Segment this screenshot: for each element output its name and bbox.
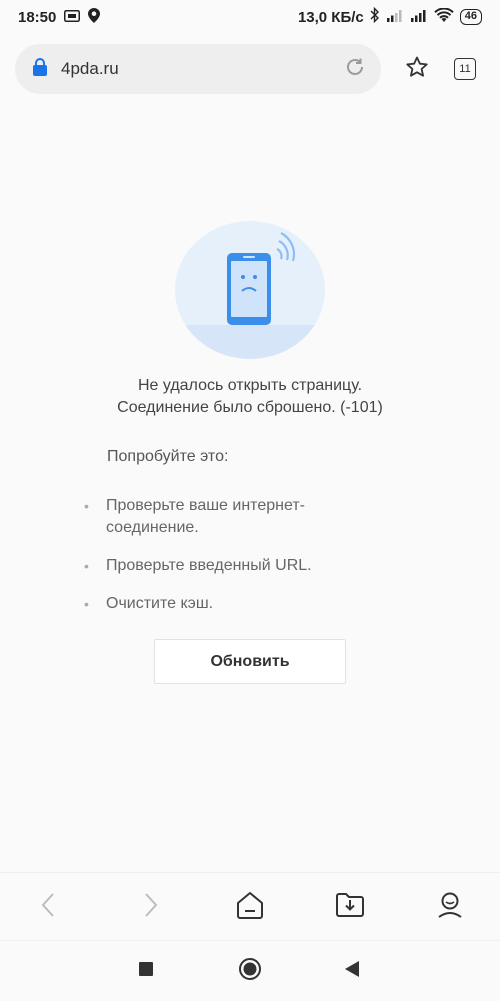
reload-icon[interactable] (343, 55, 367, 84)
home-button[interactable] (220, 873, 280, 941)
network-speed: 13,0 КБ/с (297, 8, 364, 26)
forward-icon (140, 891, 160, 924)
back-button[interactable] (19, 873, 79, 941)
battery-indicator: 46 (459, 9, 482, 25)
address-bar[interactable]: 4pda.ru (15, 44, 381, 94)
home-icon (235, 891, 265, 924)
browser-toolbar: 4pda.ru 11 (0, 38, 500, 102)
error-title: Не удалось открыть страницу. (137, 377, 363, 394)
tip-text: Проверьте введенный URL. (106, 557, 312, 574)
status-bar: 18:50 13,0 КБ/с 46 (0, 0, 500, 34)
back-icon (39, 891, 59, 924)
error-page: Не удалось открыть страницу. Соединение … (0, 102, 500, 872)
signal-icon (386, 8, 404, 26)
tip-text: Очистите кэш. (106, 595, 214, 612)
forward-button[interactable] (120, 873, 180, 941)
status-left: 18:50 (18, 7, 101, 27)
wifi-icon (434, 7, 454, 27)
downloads-button[interactable] (320, 873, 380, 941)
tabs-button[interactable]: 11 (450, 52, 480, 86)
bottom-toolbar (0, 872, 500, 940)
star-icon (405, 55, 429, 84)
bluetooth-icon (370, 6, 380, 27)
error-message: Не удалось открыть страницу. Соединение … (0, 375, 500, 419)
suggest-label: Попробуйте это: (107, 448, 229, 465)
profile-icon (436, 891, 464, 924)
error-subtitle: Соединение было сброшено. (-101) (117, 399, 383, 416)
profile-button[interactable] (420, 873, 480, 941)
sim-icon (64, 9, 81, 26)
list-item: • Проверьте ваше интернет-соединение. (84, 495, 364, 539)
downloads-icon (335, 891, 365, 924)
tab-count: 11 (459, 63, 471, 75)
tip-text: Проверьте ваше интернет-соединение. (106, 497, 305, 536)
url-text[interactable]: 4pda.ru (61, 59, 343, 79)
list-item: • Проверьте введенный URL. (84, 555, 364, 577)
tips-list: • Проверьте ваше интернет-соединение. • Пр… (84, 495, 364, 631)
recent-apps-icon (138, 961, 154, 982)
back-nav-icon (344, 960, 360, 983)
home-nav-icon (238, 957, 262, 986)
error-illustration (175, 221, 325, 359)
list-item: • Очистите кэш. (84, 593, 364, 615)
signal-icon (410, 8, 428, 26)
reload-button[interactable]: Обновить (154, 639, 346, 684)
status-time: 18:50 (18, 8, 57, 26)
system-nav-bar (0, 940, 500, 1000)
lock-icon (33, 57, 47, 81)
tabs-icon: 11 (454, 58, 476, 80)
status-right: 13,0 КБ/с 46 (297, 6, 482, 27)
bullet-icon: • (84, 558, 89, 574)
bookmark-button[interactable] (400, 52, 434, 86)
bullet-icon: • (84, 498, 89, 514)
home-nav-button[interactable] (225, 941, 275, 1001)
recent-apps-button[interactable] (121, 941, 171, 1001)
location-icon (88, 7, 101, 27)
bullet-icon: • (84, 596, 89, 612)
back-nav-button[interactable] (327, 941, 377, 1001)
sad-phone-icon (227, 232, 296, 325)
